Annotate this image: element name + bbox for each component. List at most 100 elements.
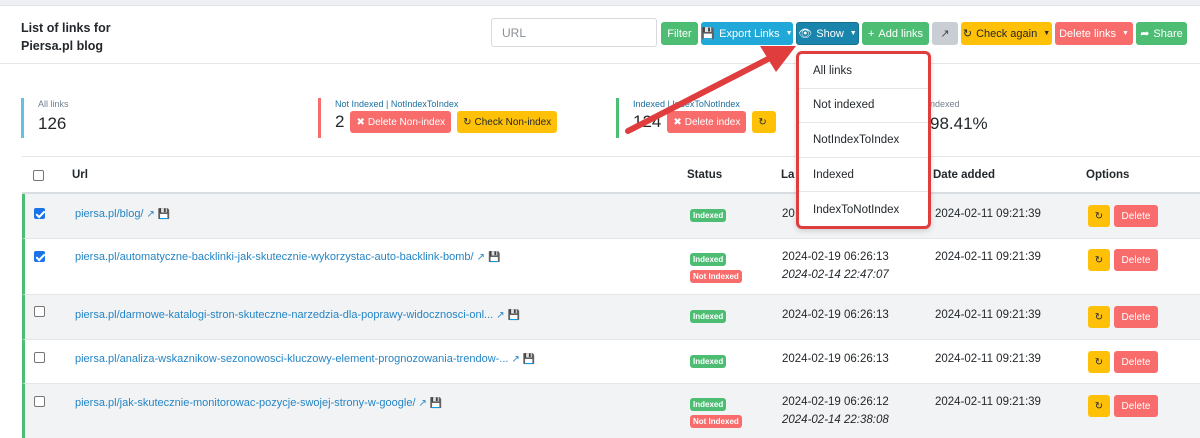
row-checkbox[interactable] [34, 251, 45, 262]
delete-row-button[interactable]: Delete [1114, 351, 1158, 373]
external-link-icon[interactable]: ↗ [477, 252, 485, 263]
export-links-button[interactable]: 💾 Export Links ▼ [701, 22, 793, 45]
menu-item-indexed[interactable]: Indexed [799, 158, 928, 193]
save-icon[interactable]: 💾 [523, 354, 535, 365]
table-row: piersa.pl/blog/↗ 💾 Indexed 20 2024-02-11 … [22, 194, 1200, 239]
column-options: Options [1086, 169, 1130, 181]
column-date-added: Date added [933, 169, 995, 181]
delete-row-button[interactable]: Delete [1114, 306, 1158, 328]
date-added: 2024-02-11 09:21:39 [935, 208, 1041, 220]
save-icon[interactable]: 💾 [508, 310, 520, 321]
last-checked-date: 2024-02-19 06:26:13 [782, 353, 889, 365]
external-link-icon[interactable]: ↗ [147, 209, 155, 220]
recheck-button[interactable]: ↻ [1088, 205, 1110, 227]
caret-down-icon: ▼ [1121, 30, 1129, 37]
column-last-checked: La [781, 169, 795, 181]
check-again-button[interactable]: ↻ Check again ▼ [961, 22, 1052, 45]
stat-not-indexed-value: 2 [335, 112, 345, 131]
link-url[interactable]: piersa.pl/automatyczne-backlinki-jak-sku… [75, 251, 500, 263]
status-badge: Indexed [690, 310, 727, 323]
select-all-checkbox[interactable] [33, 170, 44, 181]
stat-not-indexed: Not Indexed | NotIndexToIndex 2 ✖ Delete… [318, 98, 608, 138]
page-title: List of links for Piersa.pl blog [21, 19, 111, 55]
save-icon[interactable]: 💾 [488, 252, 500, 263]
caret-down-icon: ▼ [785, 30, 793, 37]
stat-indexed: Indexed | IndexToNotIndex 124 ✖ Delete i… [616, 98, 816, 138]
table-row: piersa.pl/analiza-wskaznikow-sezonowosci… [22, 340, 1200, 384]
menu-item-all-links[interactable]: All links [799, 54, 928, 89]
status-badge: Indexed [690, 253, 727, 266]
status-badge: Indexed [690, 209, 727, 222]
refresh-icon: ↻ [1094, 210, 1104, 222]
table-row: piersa.pl/automatyczne-backlinki-jak-sku… [22, 239, 1200, 295]
delete-non-index-button[interactable]: ✖ Delete Non-index [350, 111, 452, 133]
last-checked-date: 2024-02-19 06:26:13 [782, 251, 889, 263]
stat-indexed-percent: ndexed 98.41% [930, 98, 1030, 138]
stat-percent-value: 98.41% [930, 114, 988, 133]
stat-all-value: 126 [38, 114, 67, 133]
previous-checked-date: 2024-02-14 22:47:07 [782, 269, 889, 281]
link-url[interactable]: piersa.pl/jak-skutecznie-monitorowac-poz… [75, 397, 442, 409]
caret-down-icon: ▼ [849, 30, 857, 37]
external-link-icon[interactable]: ↗ [419, 398, 427, 409]
row-checkbox[interactable] [34, 208, 45, 219]
link-url-text: piersa.pl/darmowe-katalogi-stron-skutecz… [75, 309, 494, 321]
stat-all-label: All links [38, 99, 69, 109]
share-button[interactable]: ➦ Share [1136, 22, 1187, 45]
refresh-icon: ↻ [1094, 311, 1104, 323]
recheck-button[interactable]: ↻ [1088, 395, 1110, 417]
export-links-label: Export Links [719, 27, 780, 40]
column-url: Url [72, 169, 88, 181]
menu-item-indextonotindex[interactable]: IndexToNotIndex [799, 192, 928, 226]
refresh-icon: ↻ [758, 116, 767, 128]
row-checkbox[interactable] [34, 396, 45, 407]
show-button[interactable]: 👁 Show ▼ [796, 22, 859, 45]
external-link-button[interactable]: ↗ [932, 22, 958, 45]
show-button-label: Show [816, 27, 844, 40]
refresh-icon: ↻ [463, 116, 472, 128]
row-checkbox[interactable] [34, 352, 45, 363]
link-url-text: piersa.pl/analiza-wskaznikow-sezonowosci… [75, 353, 509, 365]
stat-indexed-row: 124 ✖ Delete index ↻ [633, 111, 816, 133]
link-url[interactable]: piersa.pl/blog/↗ 💾 [75, 208, 170, 220]
date-added: 2024-02-11 09:21:39 [935, 309, 1041, 321]
check-non-index-button[interactable]: ↻ Check Non-index [457, 111, 558, 133]
save-icon[interactable]: 💾 [430, 398, 442, 409]
table-row: piersa.pl/jak-skutecznie-monitorowac-poz… [22, 384, 1200, 438]
delete-row-button[interactable]: Delete [1114, 249, 1158, 271]
recheck-button[interactable]: ↻ [1088, 249, 1110, 271]
close-icon: ✖ [356, 116, 365, 128]
plus-icon: + [867, 27, 875, 40]
delete-links-button[interactable]: Delete links ▼ [1055, 22, 1133, 45]
delete-index-button[interactable]: ✖ Delete index [667, 111, 747, 133]
delete-non-index-label: Delete Non-index [367, 116, 446, 128]
external-link-icon[interactable]: ↗ [511, 354, 519, 365]
delete-row-button[interactable]: Delete [1114, 205, 1158, 227]
filter-button[interactable]: Filter [661, 22, 698, 45]
stat-indexed-value: 124 [633, 112, 662, 131]
recheck-button[interactable]: ↻ [1088, 351, 1110, 373]
status-badge: Not Indexed [690, 415, 742, 428]
external-link-icon: ↗ [940, 28, 950, 40]
menu-item-notindextoindex[interactable]: NotIndexToIndex [799, 123, 928, 158]
url-filter-input[interactable] [491, 18, 657, 47]
share-icon: ➦ [1140, 28, 1150, 40]
delete-row-button[interactable]: Delete [1114, 395, 1158, 417]
external-link-icon[interactable]: ↗ [496, 310, 504, 321]
close-icon: ✖ [673, 116, 682, 128]
add-links-button[interactable]: + Add links [862, 22, 929, 45]
card-header: List of links for Piersa.pl blog Filter … [0, 6, 1200, 64]
save-icon[interactable]: 💾 [158, 209, 170, 220]
menu-item-not-indexed[interactable]: Not indexed [799, 89, 928, 124]
check-index-button[interactable]: ↻ [752, 111, 777, 133]
refresh-icon: ↻ [1094, 400, 1104, 412]
links-card: List of links for Piersa.pl blog Filter … [0, 5, 1200, 438]
recheck-button[interactable]: ↻ [1088, 306, 1110, 328]
row-checkbox[interactable] [34, 306, 45, 317]
filter-button-label: Filter [667, 27, 692, 40]
last-checked-date: 2024-02-19 06:26:12 [782, 396, 889, 408]
link-url[interactable]: piersa.pl/darmowe-katalogi-stron-skutecz… [75, 309, 520, 321]
column-status: Status [687, 169, 723, 181]
table-header: Url Status La Date added Options [22, 156, 1200, 194]
link-url[interactable]: piersa.pl/analiza-wskaznikow-sezonowosci… [75, 353, 535, 365]
